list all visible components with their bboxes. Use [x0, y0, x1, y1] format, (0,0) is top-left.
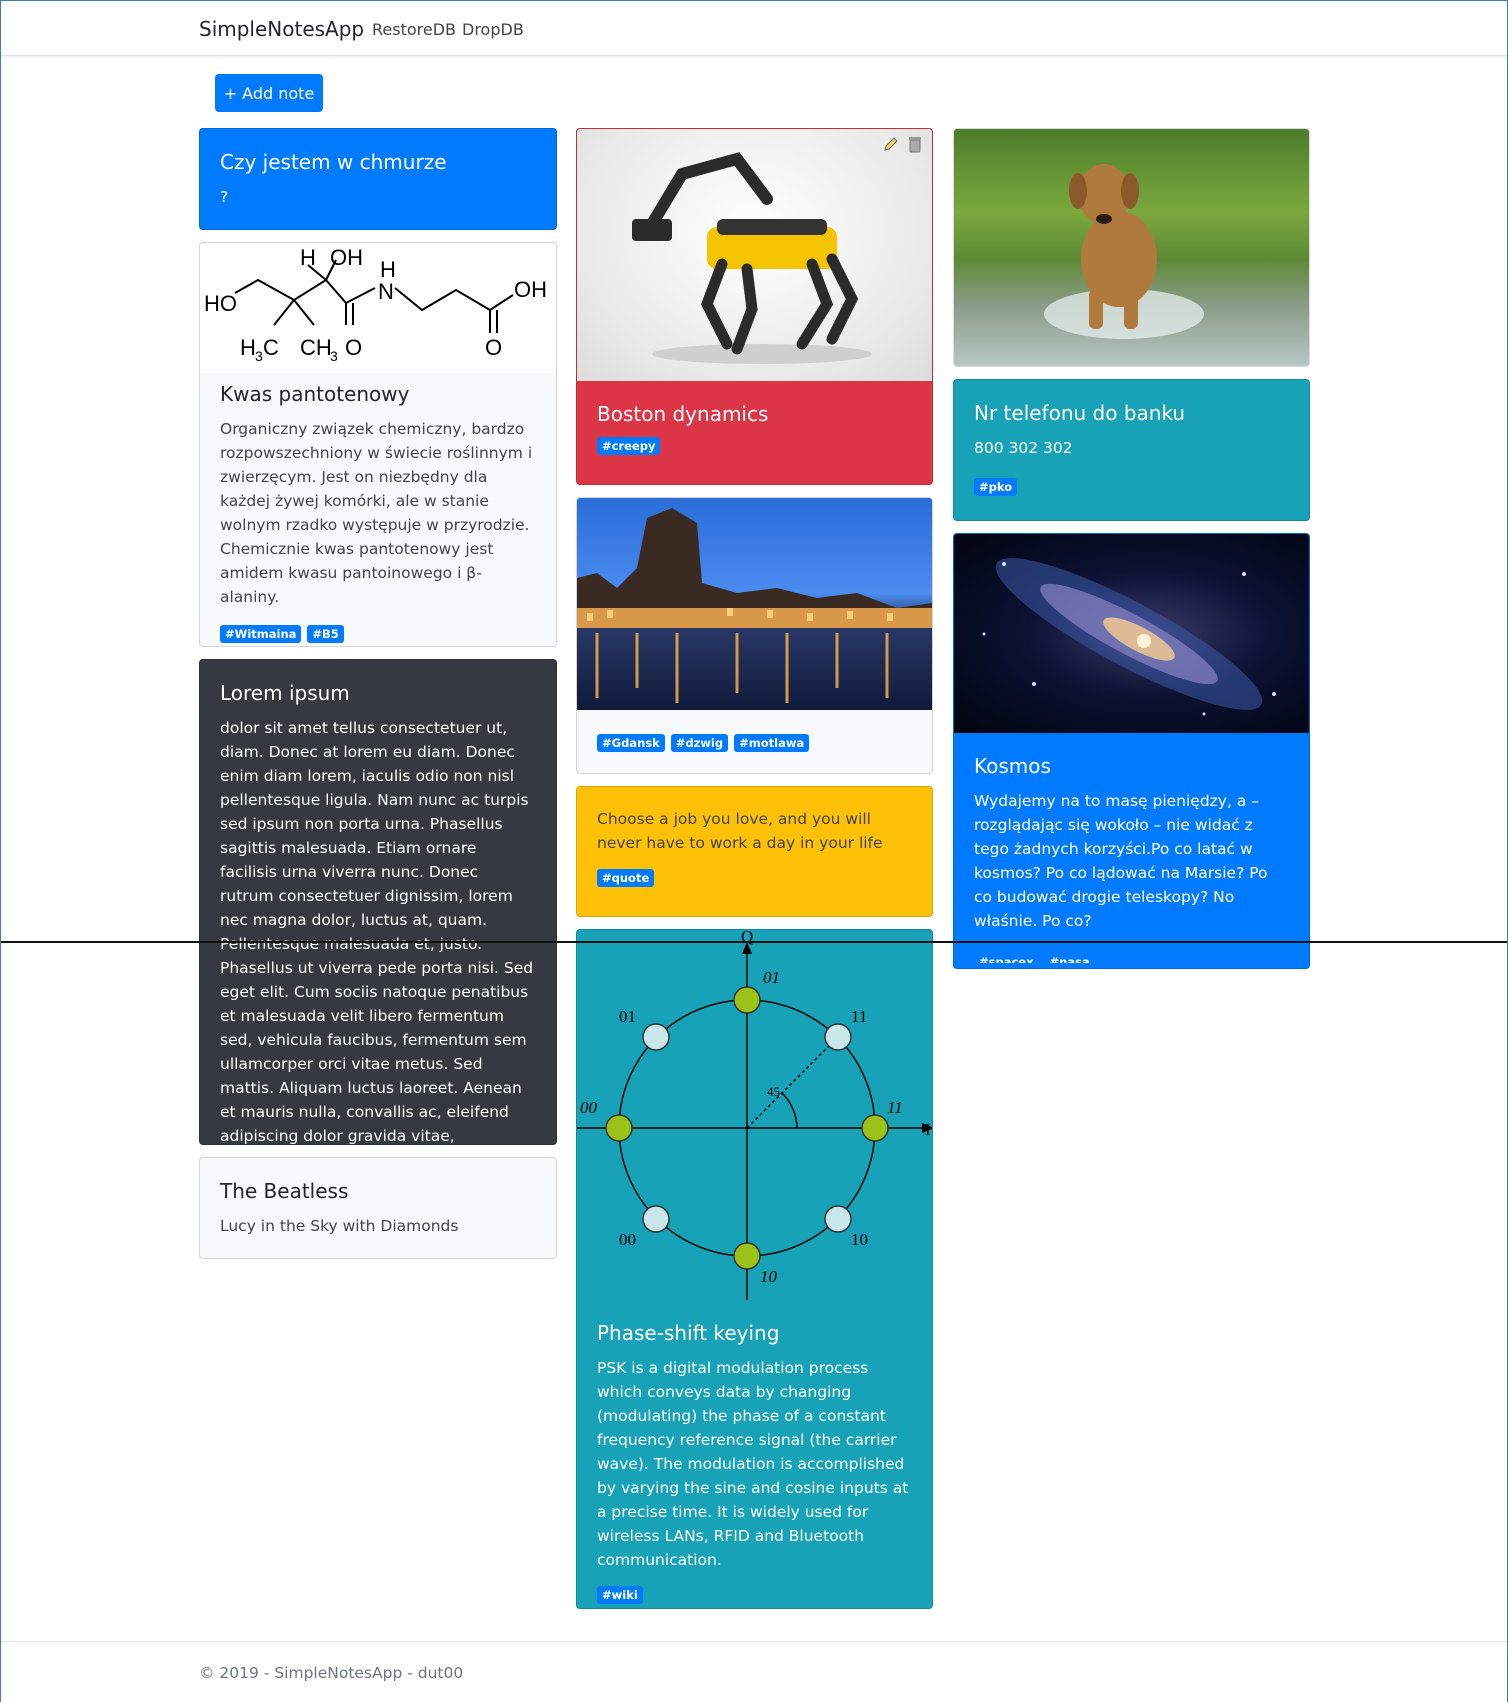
galaxy-image — [954, 534, 1309, 733]
molecule-structure-icon: HO H OH H3C CH3 O H N OH O — [204, 245, 547, 364]
svg-text:O: O — [485, 335, 502, 360]
brand-link[interactable]: SimpleNotesApp — [199, 17, 364, 41]
svg-text:H: H — [240, 335, 256, 360]
note-text: Wydajemy na to masę pieniędzy, a – rozgl… — [974, 792, 1268, 930]
note-card[interactable]: The Beatless Lucy in the Sky with Diamon… — [199, 1157, 557, 1259]
point-label: 10 — [760, 1267, 778, 1286]
note-text: dolor sit amet tellus consectetuer ut, d… — [220, 719, 534, 1145]
note-card[interactable] — [953, 128, 1310, 367]
svg-text:OH: OH — [514, 277, 547, 302]
note-card[interactable]: HO H OH H3C CH 3 O H N OH O Kwas pantoten… — [199, 242, 557, 647]
tag-badge[interactable]: #Witmaina — [220, 625, 302, 643]
q-axis-label: Q — [741, 930, 753, 946]
footer-text: © 2019 - SimpleNotesApp - dut00 — [199, 1664, 464, 1682]
svg-text:3: 3 — [255, 348, 263, 364]
note-title: Czy jestem w chmurze — [220, 150, 447, 174]
note-card[interactable]: Kosmos Wydajemy na to masę pieniędzy, a … — [953, 533, 1310, 969]
edit-actions — [882, 135, 924, 153]
note-text: Organiczny związek chemiczny, bardzo roz… — [220, 420, 533, 606]
svg-text:C: C — [263, 335, 279, 360]
tag-badge[interactable]: #spacex — [974, 953, 1039, 963]
point-label: 11 — [851, 1007, 867, 1026]
note-title: Lorem ipsum — [220, 681, 350, 705]
note-text: PSK is a digital modulation process whic… — [597, 1359, 909, 1569]
svg-text:OH: OH — [330, 245, 363, 270]
note-title: Phase-shift keying — [597, 1321, 780, 1345]
nav-dropdb[interactable]: DropDB — [462, 20, 524, 39]
note-title: The Beatless — [220, 1179, 349, 1203]
robot-dog-image — [577, 129, 932, 381]
note-card[interactable]: Boston dynamics #creepy — [576, 128, 933, 485]
point-label: 11 — [887, 1098, 903, 1117]
tag-badge[interactable]: #pko — [974, 478, 1018, 496]
tag-badge[interactable]: #wiki — [597, 1586, 643, 1604]
dog-image — [954, 129, 1309, 366]
psk-diagram: Q I 45 01 01 11 00 11 00 10 10 — [577, 930, 932, 1300]
trash-icon[interactable] — [906, 135, 924, 153]
note-text: 800 302 302 — [974, 439, 1073, 457]
note-card[interactable]: Lorem ipsum dolor sit amet tellus consec… — [199, 659, 557, 1145]
i-axis-label: I — [925, 1120, 931, 1139]
svg-text:HO: HO — [204, 291, 237, 316]
gdansk-night-photo-icon — [577, 508, 932, 703]
galaxy-photo-icon — [982, 558, 1276, 716]
note-text: Lucy in the Sky with Diamonds — [220, 1217, 459, 1235]
point-label: 01 — [763, 968, 780, 987]
point-label: 01 — [619, 1007, 636, 1026]
tag-badge[interactable]: #dzwig — [670, 734, 729, 752]
psk-constellation-diagram-icon: Q I 45 01 01 11 00 11 00 10 10 — [577, 930, 932, 1300]
svg-text:H: H — [300, 245, 316, 270]
note-title: Kwas pantotenowy — [220, 382, 410, 406]
note-title: Nr telefonu do banku — [974, 401, 1186, 425]
tag-badge[interactable]: #quote — [597, 869, 655, 887]
svg-text:3: 3 — [330, 348, 338, 364]
tag-badge[interactable]: #Gdansk — [597, 734, 665, 752]
point-label: 00 — [580, 1098, 598, 1117]
footer: © 2019 - SimpleNotesApp - dut00 — [1, 1641, 1507, 1702]
angle-label: 45 — [767, 1084, 780, 1099]
note-title: Kosmos — [974, 754, 1051, 778]
note-card[interactable]: #Gdansk #dzwig #motlawa — [576, 497, 933, 774]
molecule-image: HO H OH H3C CH 3 O H N OH O — [200, 243, 556, 373]
svg-text:O: O — [345, 335, 362, 360]
gdansk-image — [577, 498, 932, 710]
add-note-button[interactable]: + Add note — [215, 74, 323, 112]
pencil-icon[interactable] — [882, 135, 900, 153]
note-card[interactable]: Choose a job you love, and you will neve… — [576, 786, 933, 917]
note-card[interactable]: Czy jestem w chmurze ? — [199, 128, 557, 230]
point-label: 10 — [851, 1230, 868, 1249]
note-card[interactable]: Q I 45 01 01 11 00 11 00 10 10 Phase-shi… — [576, 929, 933, 1609]
divider-line — [1, 941, 1507, 943]
svg-text:CH: CH — [300, 335, 332, 360]
tag-badge[interactable]: #creepy — [597, 437, 661, 455]
tag-badge[interactable]: #motlawa — [734, 734, 810, 752]
navbar: SimpleNotesApp RestoreDB DropDB — [1, 1, 1507, 56]
tag-badge[interactable]: #B5 — [307, 625, 344, 643]
note-text: Choose a job you love, and you will neve… — [597, 810, 883, 852]
note-text: ? — [220, 188, 229, 206]
dog-running-photo-icon — [1044, 164, 1204, 339]
point-label: 00 — [619, 1230, 636, 1249]
note-card[interactable]: Nr telefonu do banku 800 302 302 #pko — [953, 379, 1310, 521]
robot-dog-photo-icon — [632, 152, 872, 364]
svg-text:N: N — [378, 279, 394, 304]
note-title: Boston dynamics — [597, 402, 769, 426]
nav-restoredb[interactable]: RestoreDB — [372, 20, 456, 39]
tag-badge[interactable]: #nasa — [1045, 953, 1095, 963]
